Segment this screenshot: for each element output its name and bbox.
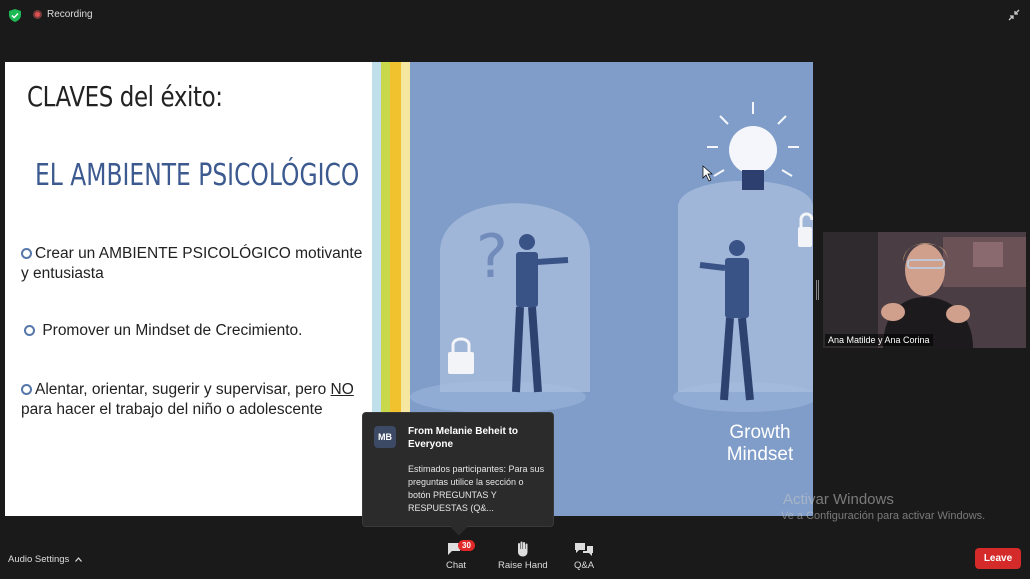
qa-label: Q&A (574, 560, 595, 571)
chat-unread-badge: 30 (458, 540, 475, 551)
slide-subtitle: EL AMBIENTE PSICOLÓGICO (35, 158, 360, 193)
chat-button[interactable]: 30 Chat (446, 540, 475, 571)
slide-title: CLAVES del éxito: (27, 80, 223, 113)
raise-hand-button[interactable]: Raise Hand (498, 541, 548, 571)
growth-mindset-label: Growth Mindset (726, 422, 794, 465)
audio-settings-label: Audio Settings (8, 554, 70, 565)
leave-button[interactable]: Leave (975, 548, 1021, 569)
audio-settings-button[interactable]: Audio Settings (8, 554, 83, 565)
activation-watermark-title: Activar Windows (783, 491, 894, 508)
meeting-top-bar: Recording (0, 0, 1030, 30)
sender-avatar: MB (374, 426, 396, 448)
bullet-ring-icon (24, 325, 35, 336)
participant-name: Ana Matilde y Ana Corina (825, 334, 933, 346)
chat-label: Chat (446, 560, 467, 571)
chevron-up-icon (75, 557, 83, 562)
recording-label: Recording (47, 9, 93, 20)
slide-bullet-1: Crear un AMBIENTE PSICOLÓGICO motivante … (21, 245, 363, 282)
meeting-toolbar: Audio Settings 30 Chat Raise Hand Q&A (0, 535, 1030, 579)
chat-message-preview: Estimados participantes: Para sus pregun… (408, 464, 545, 513)
record-dot-icon (33, 10, 42, 19)
recording-indicator[interactable]: Recording (33, 9, 93, 20)
slide-bullet-3: Alentar, orientar, sugerir y supervisar,… (21, 381, 354, 418)
svg-text:?: ? (476, 222, 508, 292)
shield-icon[interactable] (9, 9, 21, 22)
slide-bullet-2: Promover un Mindset de Crecimiento. (24, 321, 374, 341)
activation-watermark-text: Ve a Configuración para activar Windows. (781, 510, 986, 522)
chat-notification-popup[interactable]: MB From Melanie Beheit to Everyone Estim… (362, 412, 554, 527)
raise-hand-label: Raise Hand (498, 560, 548, 571)
qa-button[interactable]: Q&A (574, 541, 594, 571)
chat-sender: From Melanie Beheit to Everyone (408, 426, 519, 450)
bullet-ring-icon (21, 384, 32, 395)
slide-text-panel: CLAVES del éxito: EL AMBIENTE PSICOLÓGIC… (5, 62, 375, 516)
bullet-ring-icon (21, 248, 32, 259)
participant-video-feed (823, 232, 1026, 348)
qa-icon (575, 543, 594, 556)
raise-hand-icon (517, 541, 528, 557)
exit-fullscreen-icon[interactable] (1008, 9, 1020, 21)
participant-video-tile[interactable]: Ana Matilde y Ana Corina (823, 232, 1026, 348)
video-panel-resize-handle[interactable] (816, 280, 819, 300)
